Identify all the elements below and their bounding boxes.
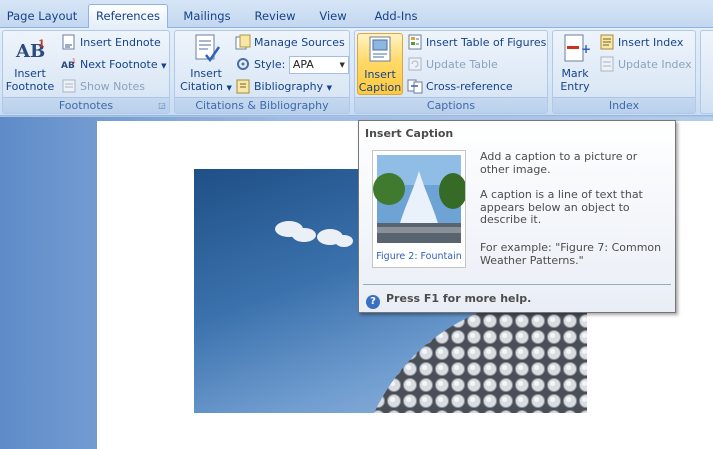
help-icon: ? bbox=[366, 295, 380, 309]
tooltip-description-2: A caption is a line of text that appears… bbox=[480, 188, 643, 226]
manage-sources-label: Manage Sources bbox=[254, 36, 345, 49]
tooltip-help-text: Press F1 for more help. bbox=[386, 292, 532, 305]
insert-endnote-button[interactable]: Insert Endnote bbox=[61, 33, 161, 53]
show-notes-button[interactable]: Show Notes bbox=[61, 77, 145, 97]
insert-index-icon bbox=[600, 34, 614, 50]
index-group: + Mark Entry Insert Index Update Index I… bbox=[552, 30, 696, 114]
bibliography-icon bbox=[236, 79, 250, 94]
insert-citation-label-1: Insert bbox=[190, 67, 222, 80]
chevron-down-icon: ▼ bbox=[161, 62, 167, 70]
cross-reference-label: Cross-reference bbox=[426, 80, 513, 93]
update-table-button[interactable]: Update Table bbox=[407, 55, 498, 75]
insert-caption-label-2: Caption bbox=[358, 81, 402, 94]
tooltip-title: Insert Caption bbox=[365, 127, 454, 140]
style-icon bbox=[237, 58, 249, 70]
insert-endnote-label: Insert Endnote bbox=[80, 36, 161, 49]
update-index-button[interactable]: Update Index bbox=[599, 55, 692, 75]
insert-citation-button[interactable]: Insert Citation ▼ bbox=[179, 33, 233, 95]
tooltip-example-image: Figure 2: Fountain bbox=[372, 150, 467, 268]
chevron-down-icon: ▼ bbox=[339, 61, 345, 69]
style-selector: Style: APA ▼ bbox=[235, 55, 349, 75]
svg-text:1: 1 bbox=[38, 39, 45, 50]
update-index-icon bbox=[600, 56, 614, 72]
ribbon-tab-bar: Page Layout References Mailings Review V… bbox=[0, 0, 713, 29]
show-notes-icon bbox=[62, 79, 76, 93]
show-notes-label: Show Notes bbox=[80, 80, 145, 93]
citation-icon bbox=[195, 34, 221, 63]
next-footnote-button[interactable]: AB 1 Next Footnote ▼ bbox=[61, 55, 167, 75]
citations-group: Insert Citation ▼ Manage Sources Style: … bbox=[174, 30, 350, 114]
table-of-authorities-group bbox=[700, 30, 713, 114]
citations-group-label: Citations & Bibliography bbox=[175, 97, 349, 113]
tab-review[interactable]: Review bbox=[246, 6, 304, 28]
insert-footnote-label-1: Insert bbox=[14, 67, 46, 80]
ribbon: AB 1 Insert Footnote Insert Endnote AB 1 N… bbox=[0, 28, 713, 116]
style-dropdown[interactable]: APA ▼ bbox=[288, 56, 349, 74]
svg-text:1: 1 bbox=[72, 58, 76, 65]
style-label: Style: bbox=[254, 58, 286, 71]
footnotes-dialog-launcher-icon[interactable]: ◲ bbox=[157, 101, 167, 111]
tooltip-help: ? Press F1 for more help. bbox=[366, 292, 531, 309]
tooltip-divider bbox=[363, 284, 671, 285]
bibliography-label: Bibliography bbox=[254, 80, 324, 93]
tooltip-thumb-caption: Figure 2: Fountain bbox=[376, 251, 461, 262]
insert-index-label: Insert Index bbox=[618, 36, 684, 49]
update-table-label: Update Table bbox=[426, 58, 498, 71]
insert-caption-tooltip: Insert Caption Figure 2: Fountain Add a … bbox=[358, 120, 676, 313]
mark-entry-label-2: Entry bbox=[560, 80, 590, 93]
tab-add-ins[interactable]: Add-Ins bbox=[362, 6, 430, 28]
cross-reference-button[interactable]: Cross-reference bbox=[407, 77, 513, 97]
endnote-icon bbox=[62, 34, 75, 50]
tab-view[interactable]: View bbox=[308, 6, 358, 28]
next-footnote-icon: AB1 bbox=[61, 58, 76, 71]
manage-sources-icon bbox=[235, 34, 251, 50]
insert-index-button[interactable]: Insert Index bbox=[599, 33, 683, 53]
captions-group: Insert Caption Insert Table of Figures U… bbox=[354, 30, 548, 114]
fountain-thumbnail: Figure 2: Fountain bbox=[373, 155, 467, 262]
tooltip-description-1: Add a caption to a picture or other imag… bbox=[480, 150, 638, 176]
tab-page-layout[interactable]: Page Layout bbox=[0, 6, 84, 28]
insert-citation-label-2: Citation bbox=[180, 80, 223, 93]
footnotes-group-label: Footnotes bbox=[3, 97, 169, 113]
insert-table-of-figures-label: Insert Table of Figures bbox=[426, 36, 547, 49]
insert-table-of-figures-button[interactable]: Insert Table of Figures bbox=[407, 33, 546, 53]
next-footnote-label: Next Footnote bbox=[80, 58, 158, 71]
insert-footnote-button[interactable]: AB 1 Insert Footnote bbox=[5, 33, 55, 93]
tab-references[interactable]: References bbox=[88, 4, 168, 29]
update-table-icon bbox=[408, 57, 422, 71]
update-index-label: Update Index bbox=[618, 58, 692, 71]
bibliography-button[interactable]: Bibliography ▼ bbox=[235, 77, 332, 97]
insert-footnote-label-2: Footnote bbox=[5, 80, 55, 93]
manage-sources-button[interactable]: Manage Sources bbox=[235, 33, 345, 53]
captions-group-label: Captions bbox=[355, 97, 547, 113]
mark-entry-label-1: Mark bbox=[561, 67, 589, 80]
footnote-icon: AB 1 bbox=[15, 39, 45, 62]
chevron-down-icon: ▼ bbox=[326, 84, 333, 92]
caption-icon bbox=[369, 36, 391, 62]
index-group-label: Index bbox=[553, 97, 695, 113]
footnotes-group: AB 1 Insert Footnote Insert Endnote AB 1 N… bbox=[2, 30, 170, 114]
insert-caption-button[interactable]: Insert Caption bbox=[357, 33, 403, 95]
chevron-down-icon: ▼ bbox=[226, 84, 232, 92]
table-of-figures-icon bbox=[408, 34, 422, 50]
svg-text:+: + bbox=[581, 42, 591, 56]
style-dropdown-value: APA bbox=[292, 58, 314, 71]
cross-reference-icon bbox=[407, 79, 423, 94]
mark-entry-icon: + bbox=[564, 34, 591, 62]
tab-mailings[interactable]: Mailings bbox=[172, 6, 242, 28]
tooltip-description-3: For example: "Figure 7: Common Weather P… bbox=[480, 241, 662, 267]
insert-caption-label-1: Insert bbox=[364, 68, 396, 81]
mark-entry-button[interactable]: + Mark Entry bbox=[555, 33, 595, 93]
